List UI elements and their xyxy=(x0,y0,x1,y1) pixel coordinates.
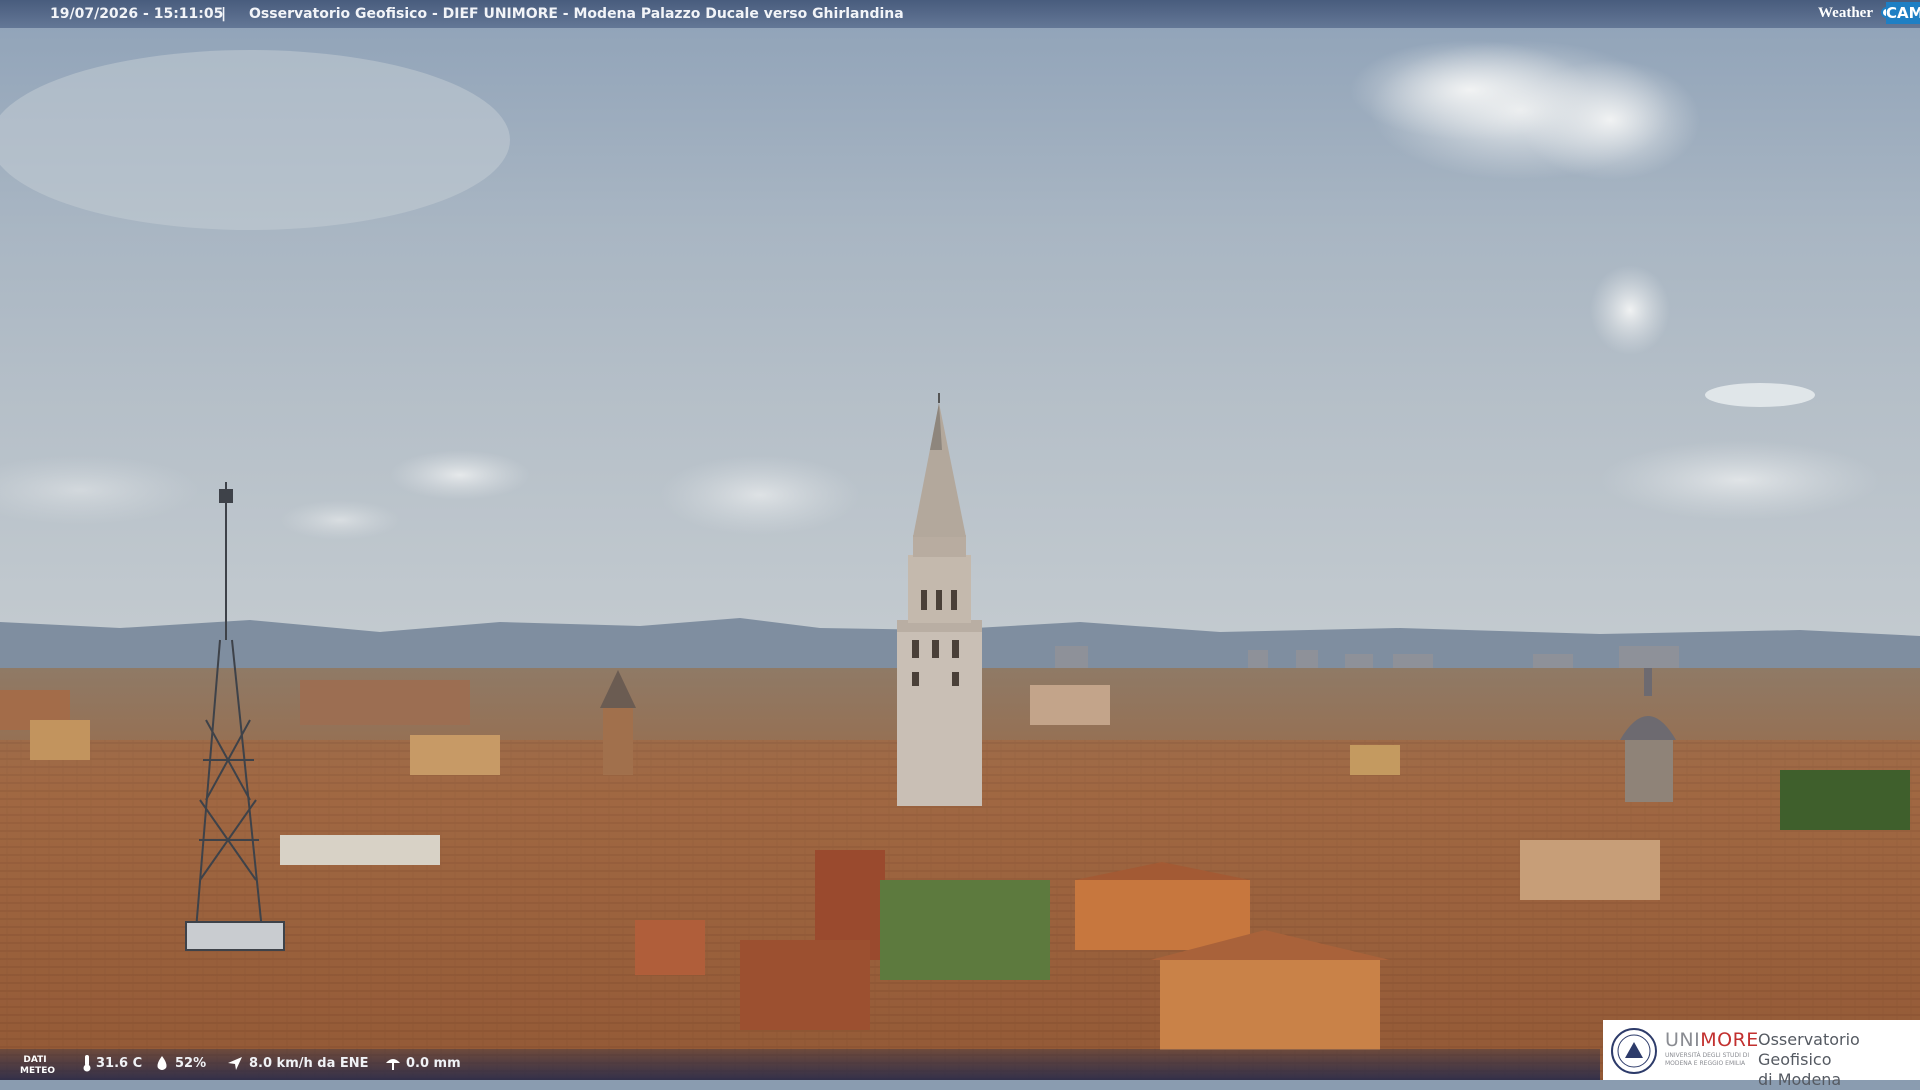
top-info-bar: 19/07/2026 - 15:11:05 | Osservatorio Geo… xyxy=(0,0,1920,28)
separator: | xyxy=(221,6,227,22)
weathercam-logo-cam: CAM xyxy=(1886,2,1920,24)
unimore-name-part2: MORE xyxy=(1700,1029,1759,1051)
weather-data-label: DATI METEO xyxy=(20,1055,56,1077)
humidity-drop-icon xyxy=(157,1056,167,1070)
observatory-name: Osservatorio Geofisico di Modena xyxy=(1758,1030,1920,1090)
wind-icon xyxy=(228,1057,242,1070)
unimore-subtitle: UNIVERSITÀ DEGLI STUDI DI MODENA E REGGI… xyxy=(1665,1052,1750,1067)
temperature-value: 31.6 C xyxy=(96,1056,143,1071)
label-line2: METEO xyxy=(20,1066,56,1076)
observatory-line2: di Modena xyxy=(1758,1070,1842,1089)
rain-value: 0.0 mm xyxy=(406,1056,461,1071)
timestamp: 19/07/2026 - 15:11:05 xyxy=(50,6,224,22)
humidity-value: 52% xyxy=(175,1056,207,1071)
webcam-photo xyxy=(0,0,1920,1080)
label-line1: DATI xyxy=(23,1055,47,1065)
camera-title: Osservatorio Geofisico - DIEF UNIMORE - … xyxy=(249,6,904,22)
unimore-name: UNIMORE xyxy=(1665,1029,1759,1051)
weathercam-logo: Weather CAM xyxy=(1818,0,1920,26)
rain-icon xyxy=(386,1059,400,1070)
thermometer-icon xyxy=(83,1055,91,1072)
weathercam-logo-word: Weather xyxy=(1818,5,1873,21)
unimore-logo: UNIMORE UNIVERSITÀ DEGLI STUDI DI MODENA… xyxy=(1603,1020,1920,1089)
wind-value: 8.0 km/h da ENE xyxy=(249,1056,369,1071)
university-seal-icon xyxy=(1611,1028,1657,1074)
observatory-line1: Osservatorio Geofisico xyxy=(1758,1030,1860,1069)
unimore-name-part1: UNI xyxy=(1665,1029,1701,1051)
